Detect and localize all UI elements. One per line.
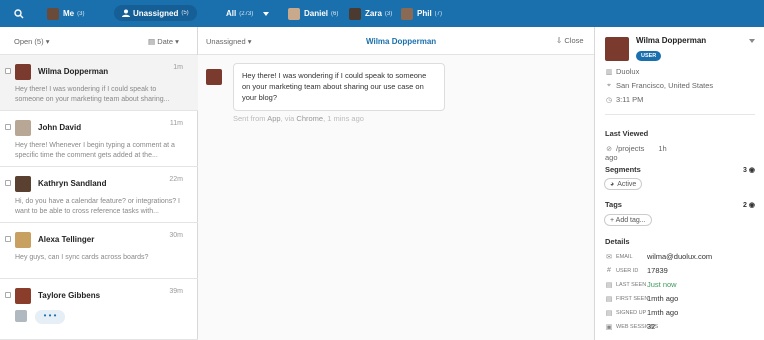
add-tag-button[interactable]: + Add tag... — [604, 214, 652, 226]
detail-value: 17839 — [647, 266, 668, 275]
sort-dropdown[interactable]: ▤ Date ▾ — [148, 37, 179, 46]
chevron-down-icon[interactable] — [263, 0, 269, 27]
conversation-item[interactable]: Wilma Dopperman 1m Hey there! I was wond… — [0, 55, 198, 111]
select-checkbox[interactable] — [5, 180, 11, 186]
typing-indicator: • • • — [35, 310, 65, 324]
zara-avatar — [349, 7, 361, 20]
detail-value: 32 — [647, 322, 656, 331]
message-avatar — [206, 69, 222, 85]
select-checkbox[interactable] — [5, 236, 11, 242]
conversation-item[interactable]: Alexa Tellinger 30m Hey guys, can I sync… — [0, 223, 198, 279]
avatar — [15, 176, 31, 192]
detail-label: ✉ EMAIL — [606, 254, 633, 261]
select-checkbox[interactable] — [5, 124, 11, 130]
detail-label: # USER ID — [605, 267, 638, 274]
close-button[interactable]: ⇩ Close — [556, 36, 584, 45]
detail-value: Just now — [647, 280, 677, 289]
hash-icon: # — [607, 267, 611, 274]
tags-heading: Tags — [605, 200, 622, 209]
calendar-icon: ▤ — [148, 37, 156, 46]
avatar — [15, 120, 31, 136]
avatar — [15, 64, 31, 80]
avatar — [15, 288, 31, 304]
location-line: ⌖ San Francisco, United States — [605, 81, 713, 90]
detail-value: wilma@duolux.com — [647, 252, 713, 261]
chevron-down-icon[interactable] — [749, 39, 755, 43]
segment-active-chip[interactable]: ◕ Active — [604, 178, 643, 190]
divider — [605, 114, 755, 115]
segment-icon: ◕ — [610, 180, 615, 188]
close-icon: ⇩ — [556, 36, 563, 45]
last-viewed-heading: Last Viewed — [605, 129, 649, 138]
detail-value: 1mth ago — [647, 308, 679, 317]
segments-count: 3 ◉ — [743, 167, 755, 174]
location-pin-icon: ⌖ — [607, 81, 611, 89]
list-header: Open (5) ▾ ▤ Date ▾ — [0, 27, 197, 55]
detail-value: 1mth ago — [647, 294, 679, 303]
eye-icon: ◉ — [748, 167, 755, 174]
assignee-dropdown[interactable]: Unassigned ▾ — [206, 37, 251, 46]
inbox-zara[interactable]: Zara (3) — [349, 0, 392, 27]
window-icon: ▣ — [605, 324, 613, 331]
message-meta: Sent from App, via Chrome, 1 mins ago — [233, 114, 364, 123]
conversation-item[interactable]: John David 11m Hey there! Whenever I beg… — [0, 111, 198, 167]
inbox-me[interactable]: Me (3) — [47, 0, 84, 27]
inbox-all[interactable]: All (273) — [226, 0, 253, 27]
inbox-unassigned[interactable]: Unassigned (5) — [114, 5, 197, 21]
tags-count: 2 ◉ — [743, 202, 755, 209]
conversation-item[interactable]: Kathryn Sandland 22m Hi, do you have a c… — [0, 167, 198, 223]
top-navigation-bar: Me (3) Unassigned (5) All (273) Daniel (6) Z… — [0, 0, 764, 27]
me-avatar — [47, 7, 59, 20]
calendar-icon: ▤ — [605, 282, 613, 289]
mail-icon: ✉ — [606, 254, 612, 261]
link-icon: ⊘ — [606, 145, 612, 153]
detail-label: ▤ SIGNED UP — [605, 310, 647, 317]
daniel-avatar — [288, 7, 300, 20]
message-bubble: Hey there! I was wondering if I could sp… — [233, 63, 445, 111]
details-heading: Details — [605, 237, 630, 246]
user-badge: USER — [636, 51, 662, 61]
building-icon: ▥ — [605, 68, 613, 76]
conversation-list: Open (5) ▾ ▤ Date ▾ Wilma Dopperman 1m H… — [0, 27, 198, 340]
inbox-daniel[interactable]: Daniel (6) — [288, 0, 338, 27]
avatar — [605, 37, 629, 61]
local-time-line: ◷ 3:11 PM — [605, 95, 644, 104]
avatar — [15, 232, 31, 248]
conversation-panel: Unassigned ▾ Wilma Dopperman ⇩ Close Hey… — [198, 27, 594, 340]
user-name: Wilma Dopperman — [636, 36, 707, 45]
typing-avatar — [15, 310, 27, 322]
select-checkbox[interactable] — [5, 68, 11, 74]
conversation-title: Wilma Dopperman — [366, 37, 437, 46]
segments-heading: Segments — [605, 165, 641, 174]
user-icon — [122, 9, 130, 17]
conversation-header: Unassigned ▾ Wilma Dopperman ⇩ Close — [198, 27, 594, 55]
clock-icon: ◷ — [605, 96, 613, 104]
select-checkbox[interactable] — [5, 292, 11, 298]
inbox-phil[interactable]: Phil (7) — [401, 0, 442, 27]
conversation-item[interactable]: Taylore Gibbens 39m • • • — [0, 279, 198, 340]
status-filter-dropdown[interactable]: Open (5) ▾ — [14, 37, 49, 46]
phil-avatar — [401, 7, 413, 20]
calendar-icon: ▤ — [605, 296, 613, 303]
last-viewed-ago: ago — [605, 153, 618, 162]
eye-icon: ◉ — [748, 202, 755, 209]
calendar-icon: ▤ — [605, 310, 613, 317]
user-profile-panel: Wilma Dopperman USER ▥ Duolux ⌖ San Franci… — [594, 27, 764, 340]
detail-label: ▤ LAST SEEN — [605, 282, 647, 289]
company-line: ▥ Duolux — [605, 67, 640, 76]
search-icon[interactable] — [14, 0, 24, 27]
last-viewed-line[interactable]: ⊘/projects 1h — [605, 144, 667, 153]
detail-label: ▤ FIRST SEEN — [605, 296, 649, 303]
